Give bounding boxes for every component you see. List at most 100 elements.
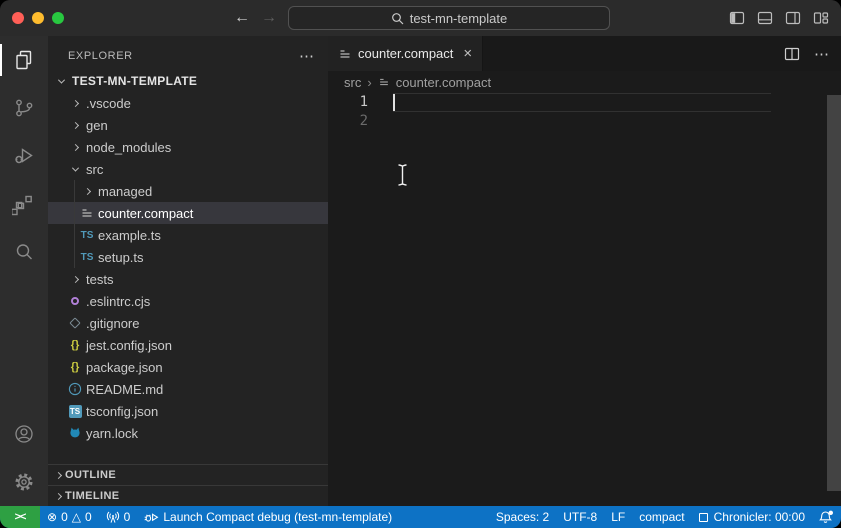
breadcrumb-file[interactable]: counter.compact <box>396 75 491 90</box>
status-bar: >< ⊗ 0 △ 0 0 Launch Compact debug (test-… <box>0 506 841 528</box>
search-sidebar-icon[interactable] <box>0 228 48 276</box>
navigate-forward-icon[interactable]: → <box>261 7 277 29</box>
editor-scrollbar[interactable] <box>827 95 841 491</box>
line-number: 1 <box>328 93 368 112</box>
tree-item-package-json[interactable]: {} package.json <box>48 356 328 378</box>
indentation-indicator[interactable]: Spaces: 2 <box>489 506 556 528</box>
maximize-window-button[interactable] <box>52 12 64 24</box>
navigate-back-icon[interactable]: ← <box>234 7 250 29</box>
breadcrumb: src › counter.compact <box>328 71 841 93</box>
tree-item-readme[interactable]: README.md <box>48 378 328 400</box>
close-window-button[interactable] <box>12 12 24 24</box>
activity-bar-spacer <box>0 276 48 410</box>
extensions-icon[interactable] <box>0 180 48 228</box>
tree-item-vscode[interactable]: .vscode <box>48 92 328 114</box>
close-tab-icon[interactable]: × <box>463 47 472 61</box>
tab-counter-compact[interactable]: counter.compact × <box>328 36 483 71</box>
tree-item-gen[interactable]: gen <box>48 114 328 136</box>
activity-bar <box>0 36 48 506</box>
toggle-secondary-sidebar-icon[interactable] <box>785 10 801 26</box>
timeline-section[interactable]: TIMELINE <box>48 485 328 506</box>
tree-item-setup-ts[interactable]: TS setup.ts <box>48 246 328 268</box>
editor-more-actions-icon[interactable]: ⋯ <box>814 45 829 63</box>
remote-indicator[interactable]: >< <box>0 506 40 528</box>
line-number-gutter: 1 2 <box>328 93 368 131</box>
json-icon: {} <box>71 361 80 373</box>
chevron-right-icon <box>55 492 62 499</box>
command-center-search[interactable]: test-mn-template <box>288 6 610 30</box>
tree-item-counter-compact[interactable]: counter.compact <box>48 202 328 224</box>
search-icon <box>391 12 404 25</box>
tree-item-example-ts[interactable]: TS example.ts <box>48 224 328 246</box>
tree-item-label: README.md <box>86 382 163 397</box>
tree-item-src[interactable]: src <box>48 158 328 180</box>
toggle-panel-icon[interactable] <box>757 10 773 26</box>
tree-item-gitignore[interactable]: .gitignore <box>48 312 328 334</box>
chronicler-label: Chronicler: 00:00 <box>714 510 805 524</box>
bell-dot-icon <box>819 510 834 524</box>
tree-item-label: yarn.lock <box>86 426 138 441</box>
split-editor-icon[interactable] <box>784 46 800 62</box>
chronicler-indicator[interactable]: Chronicler: 00:00 <box>692 506 812 528</box>
debug-launch-label: Launch Compact debug (test-mn-template) <box>163 510 392 524</box>
chevron-down-icon <box>57 76 64 83</box>
debug-launch-button[interactable]: Launch Compact debug (test-mn-template) <box>137 506 399 528</box>
breadcrumb-separator-icon: › <box>367 75 371 90</box>
timeline-label: TIMELINE <box>65 490 120 502</box>
tree-item-node-modules[interactable]: node_modules <box>48 136 328 158</box>
tree-item-tsconfig[interactable]: TS tsconfig.json <box>48 400 328 422</box>
tab-bar: counter.compact × ⋯ <box>328 36 841 71</box>
outline-section[interactable]: OUTLINE <box>48 464 328 485</box>
tree-item-managed[interactable]: managed <box>48 180 328 202</box>
breadcrumb-folder[interactable]: src <box>344 75 361 90</box>
indentation-label: Spaces: 2 <box>496 510 549 524</box>
ports-indicator[interactable]: 0 <box>99 506 138 528</box>
tree-item-tests[interactable]: tests <box>48 268 328 290</box>
tree-item-label: .vscode <box>86 96 131 111</box>
debug-play-icon <box>144 510 159 524</box>
tree-item-label: .eslintrc.cjs <box>86 294 150 309</box>
tree-item-label: .gitignore <box>86 316 139 331</box>
tree-item-label: gen <box>86 118 108 133</box>
info-icon <box>68 382 82 396</box>
chevron-down-icon <box>71 164 78 171</box>
tree-item-jest-config[interactable]: {} jest.config.json <box>48 334 328 356</box>
yarn-icon <box>68 426 82 440</box>
explorer-sidebar: EXPLORER ⋯ TEST-MN-TEMPLATE .vscode gen … <box>48 36 328 506</box>
customize-layout-icon[interactable] <box>813 10 829 26</box>
notifications-button[interactable] <box>812 506 841 528</box>
chevron-right-icon <box>71 275 78 282</box>
warning-count: 0 <box>85 510 92 524</box>
tree-item-yarn-lock[interactable]: yarn.lock <box>48 422 328 444</box>
text-cursor <box>393 94 395 111</box>
current-line-highlight <box>393 93 771 112</box>
source-control-icon[interactable] <box>0 84 48 132</box>
explorer-more-actions-icon[interactable]: ⋯ <box>299 47 314 65</box>
tree-item-eslintrc[interactable]: .eslintrc.cjs <box>48 290 328 312</box>
command-center-label: test-mn-template <box>410 11 508 26</box>
settings-gear-icon[interactable] <box>0 458 48 506</box>
git-icon <box>69 317 80 328</box>
chevron-right-icon <box>71 121 78 128</box>
editor-pane[interactable]: 1 2 <box>328 93 841 506</box>
problems-indicator[interactable]: ⊗ 0 △ 0 <box>40 506 99 528</box>
explorer-icon[interactable] <box>0 36 48 84</box>
outline-label: OUTLINE <box>65 469 116 481</box>
tree-item-label: jest.config.json <box>86 338 172 353</box>
accounts-icon[interactable] <box>0 410 48 458</box>
tree-root-test-mn-template[interactable]: TEST-MN-TEMPLATE <box>48 70 328 92</box>
explorer-header: EXPLORER ⋯ <box>48 36 328 70</box>
eol-indicator[interactable]: LF <box>604 506 632 528</box>
mouse-ibeam-cursor <box>396 163 409 191</box>
error-icon: ⊗ <box>47 511 57 523</box>
language-mode-label: compact <box>639 510 684 524</box>
toggle-primary-sidebar-icon[interactable] <box>729 10 745 26</box>
run-and-debug-icon[interactable] <box>0 132 48 180</box>
vscode-window: ← → test-mn-template <box>0 0 841 528</box>
encoding-indicator[interactable]: UTF-8 <box>556 506 604 528</box>
language-mode-indicator[interactable]: compact <box>632 506 691 528</box>
tsconfig-icon: TS <box>69 405 82 418</box>
minimize-window-button[interactable] <box>32 12 44 24</box>
editor-group: counter.compact × ⋯ src › counter.compac… <box>328 36 841 506</box>
tree-item-label: counter.compact <box>98 206 193 221</box>
